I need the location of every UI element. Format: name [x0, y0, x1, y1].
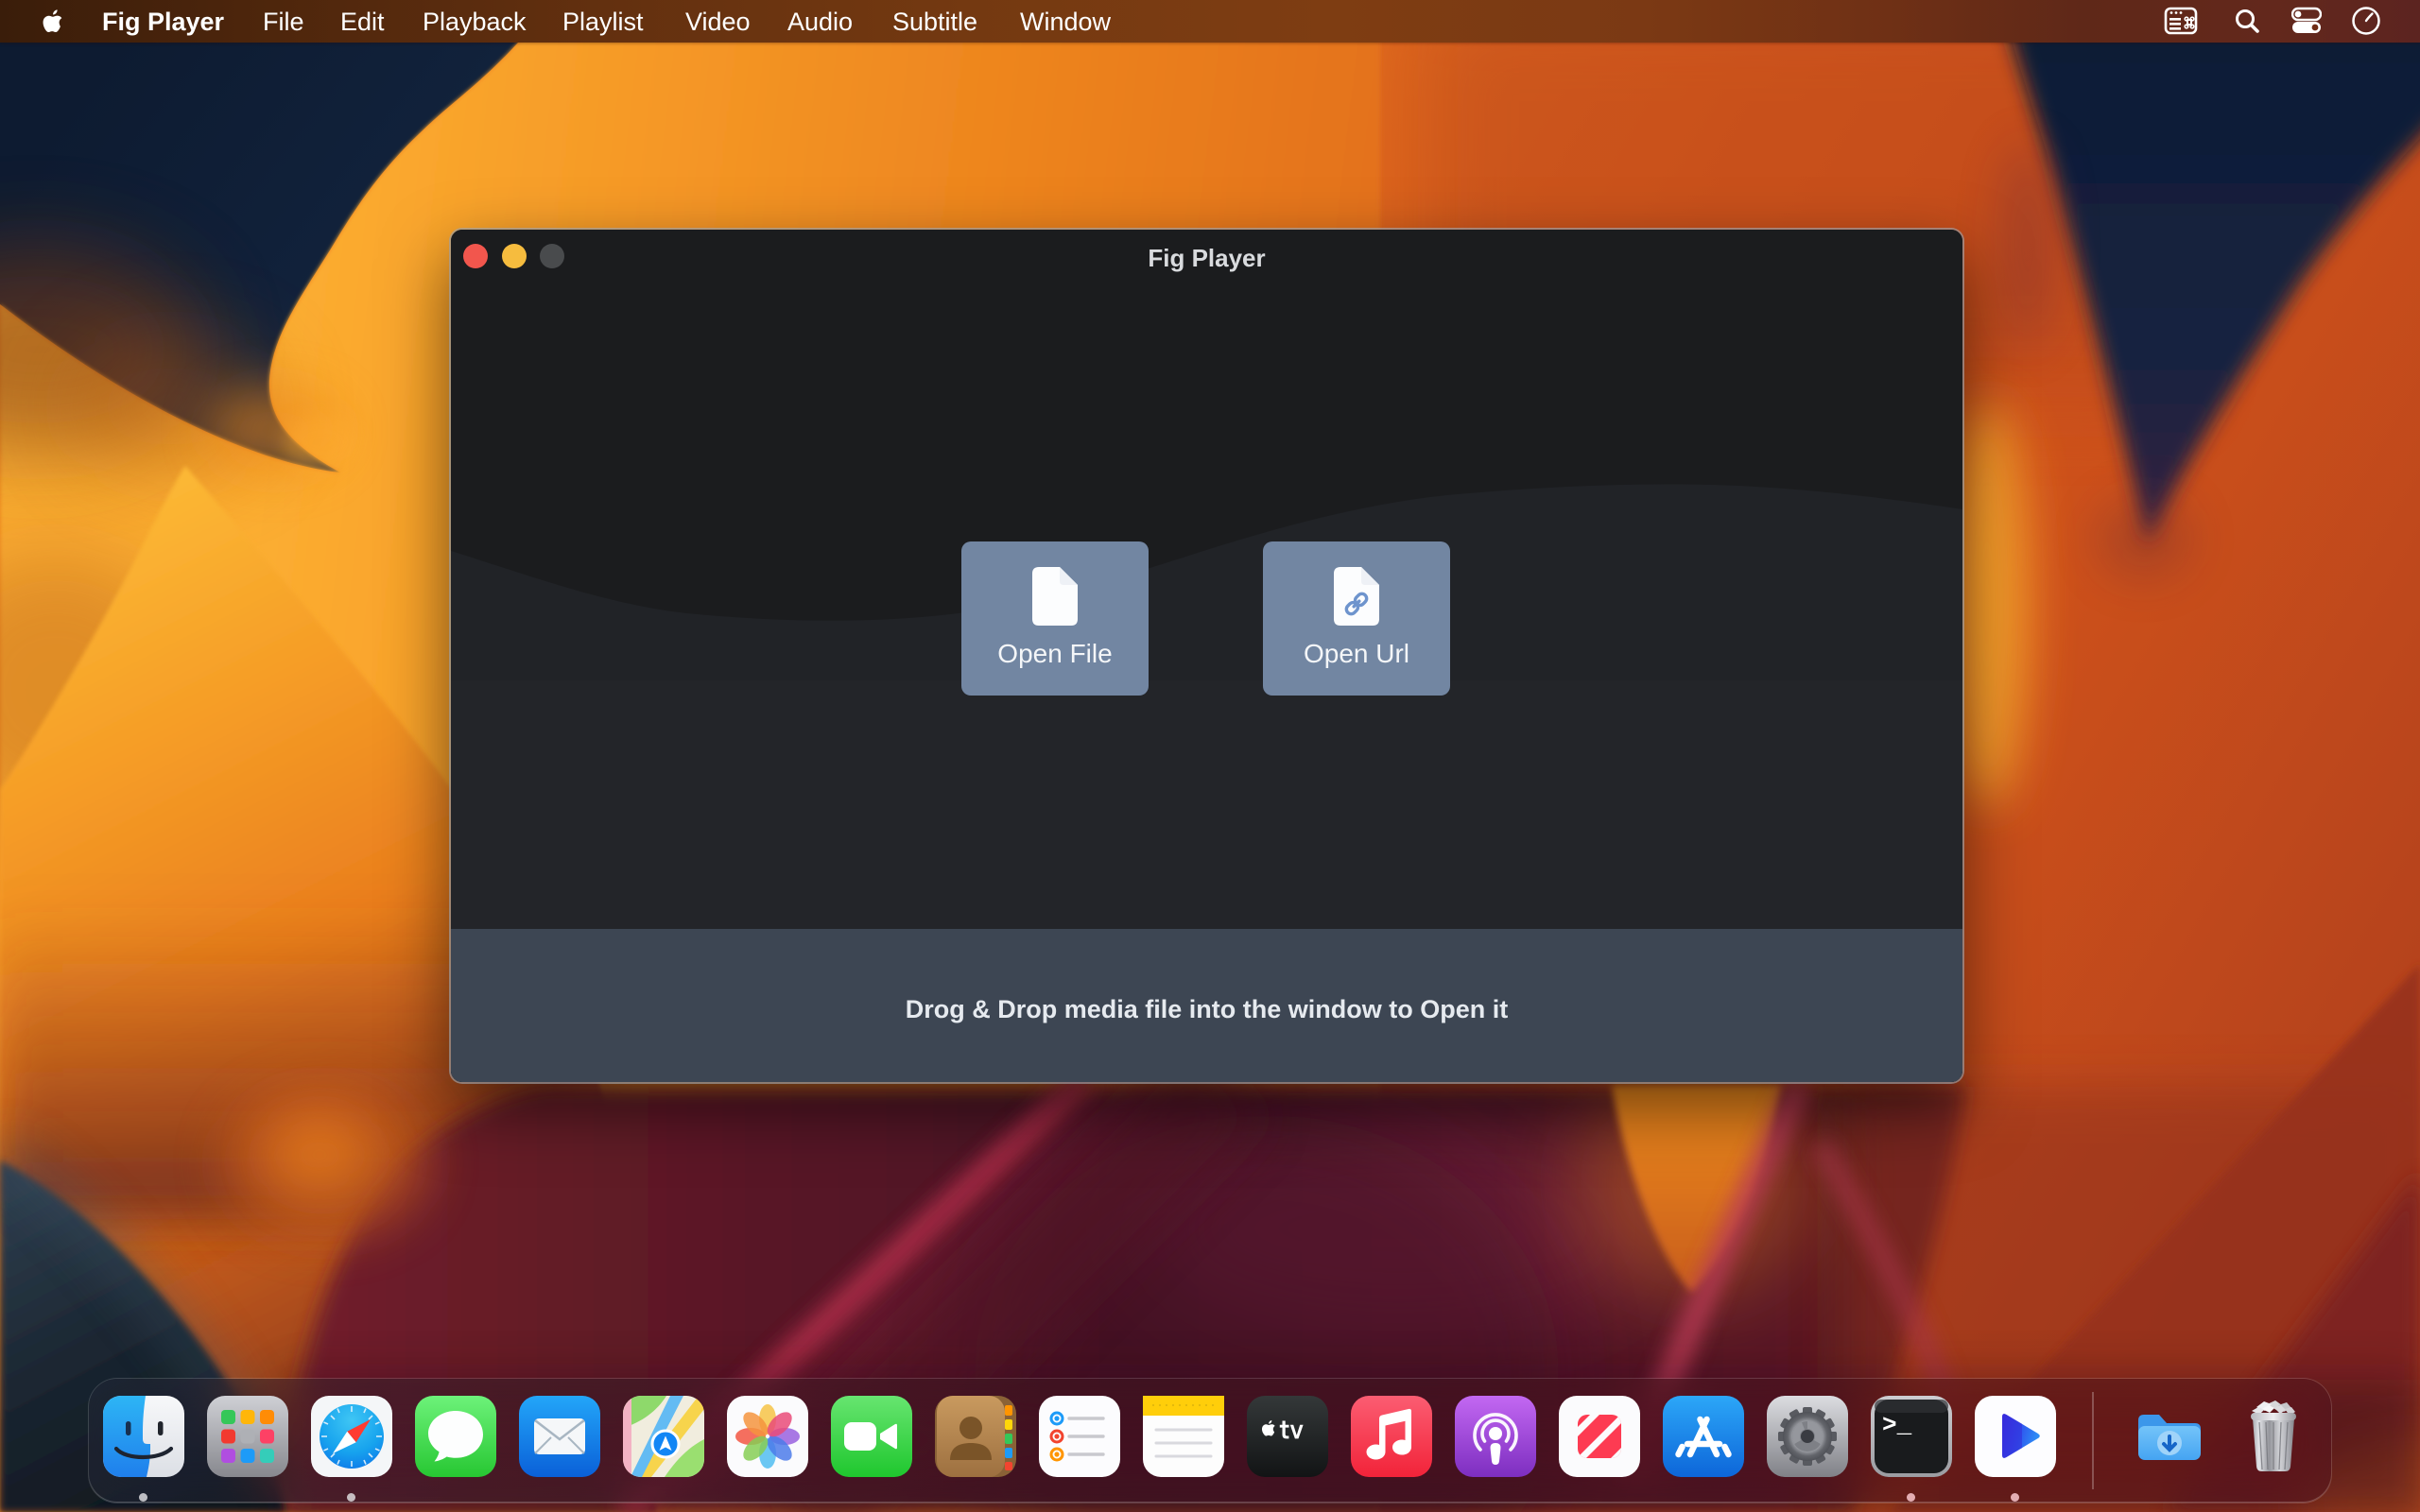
svg-text:>_: >_ [1882, 1411, 1912, 1439]
